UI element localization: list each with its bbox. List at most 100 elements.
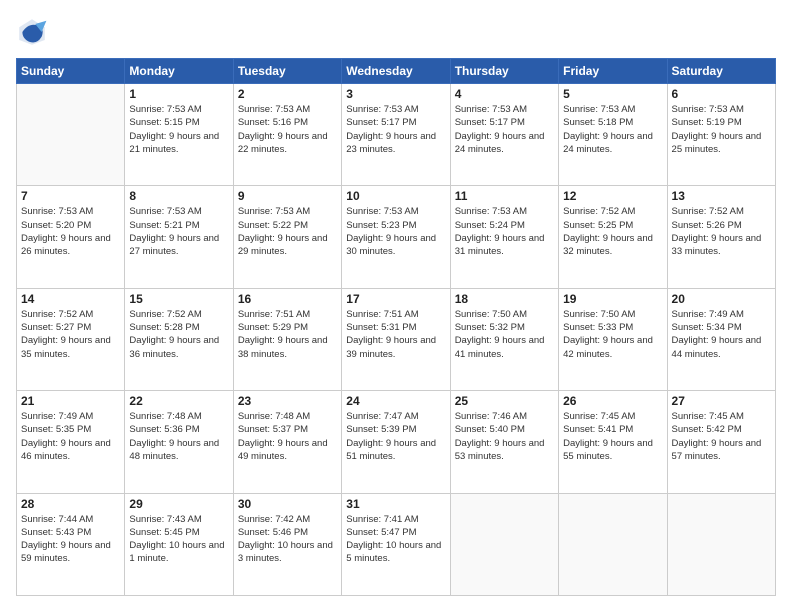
calendar-cell: 5 Sunrise: 7:53 AMSunset: 5:18 PMDaylight… — [559, 84, 667, 186]
day-number: 17 — [346, 292, 445, 306]
calendar-cell: 8Sunrise: 7:53 AMSunset: 5:21 PMDaylight… — [125, 186, 233, 288]
day-number: 28 — [21, 497, 120, 511]
day-info: Sunrise: 7:41 AMSunset: 5:47 PMDaylight:… — [346, 513, 445, 566]
week-row-4: 21 Sunrise: 7:49 AMSunset: 5:35 PMDayligh… — [17, 391, 776, 493]
day-number: 20 — [672, 292, 771, 306]
day-number: 11 — [455, 189, 554, 203]
calendar-cell: 31 Sunrise: 7:41 AMSunset: 5:47 PMDayligh… — [342, 493, 450, 595]
calendar-cell: 28 Sunrise: 7:44 AMSunset: 5:43 PMDayligh… — [17, 493, 125, 595]
day-info: Sunrise: 7:53 AMSunset: 5:15 PMDaylight:… — [129, 103, 228, 156]
day-info: Sunrise: 7:45 AMSunset: 5:42 PMDaylight:… — [672, 410, 771, 463]
day-info: Sunrise: 7:48 AMSunset: 5:37 PMDaylight:… — [238, 410, 337, 463]
day-number: 15 — [129, 292, 228, 306]
calendar-cell: 6Sunrise: 7:53 AMSunset: 5:19 PMDaylight… — [667, 84, 775, 186]
calendar-cell: 23 Sunrise: 7:48 AMSunset: 5:37 PMDayligh… — [233, 391, 341, 493]
day-info: Sunrise: 7:53 AMSunset: 5:16 PMDaylight:… — [238, 103, 337, 156]
weekday-header-saturday: Saturday — [667, 59, 775, 84]
week-row-2: 7 Sunrise: 7:53 AMSunset: 5:20 PMDaylight… — [17, 186, 776, 288]
calendar-cell: 30Sunrise: 7:42 AMSunset: 5:46 PMDayligh… — [233, 493, 341, 595]
day-info: Sunrise: 7:50 AMSunset: 5:32 PMDaylight:… — [455, 308, 554, 361]
calendar-cell: 11Sunrise: 7:53 AMSunset: 5:24 PMDayligh… — [450, 186, 558, 288]
calendar-cell: 24 Sunrise: 7:47 AMSunset: 5:39 PMDayligh… — [342, 391, 450, 493]
calendar-cell — [450, 493, 558, 595]
day-number: 24 — [346, 394, 445, 408]
day-info: Sunrise: 7:53 AMSunset: 5:21 PMDaylight:… — [129, 205, 228, 258]
calendar-cell: 9 Sunrise: 7:53 AMSunset: 5:22 PMDaylight… — [233, 186, 341, 288]
calendar-cell: 15 Sunrise: 7:52 AMSunset: 5:28 PMDayligh… — [125, 288, 233, 390]
day-info: Sunrise: 7:52 AMSunset: 5:25 PMDaylight:… — [563, 205, 662, 258]
day-number: 13 — [672, 189, 771, 203]
day-number: 18 — [455, 292, 554, 306]
day-info: Sunrise: 7:53 AMSunset: 5:18 PMDaylight:… — [563, 103, 662, 156]
day-info: Sunrise: 7:50 AMSunset: 5:33 PMDaylight:… — [563, 308, 662, 361]
calendar-cell: 10 Sunrise: 7:53 AMSunset: 5:23 PMDayligh… — [342, 186, 450, 288]
day-info: Sunrise: 7:49 AMSunset: 5:35 PMDaylight:… — [21, 410, 120, 463]
calendar-cell: 17 Sunrise: 7:51 AMSunset: 5:31 PMDayligh… — [342, 288, 450, 390]
day-number: 29 — [129, 497, 228, 511]
calendar-cell: 18 Sunrise: 7:50 AMSunset: 5:32 PMDayligh… — [450, 288, 558, 390]
weekday-header-friday: Friday — [559, 59, 667, 84]
calendar-cell: 29Sunrise: 7:43 AMSunset: 5:45 PMDayligh… — [125, 493, 233, 595]
day-number: 30 — [238, 497, 337, 511]
calendar-cell: 26 Sunrise: 7:45 AMSunset: 5:41 PMDayligh… — [559, 391, 667, 493]
day-info: Sunrise: 7:53 AMSunset: 5:22 PMDaylight:… — [238, 205, 337, 258]
day-info: Sunrise: 7:51 AMSunset: 5:29 PMDaylight:… — [238, 308, 337, 361]
page: SundayMondayTuesdayWednesdayThursdayFrid… — [0, 0, 792, 612]
day-info: Sunrise: 7:53 AMSunset: 5:23 PMDaylight:… — [346, 205, 445, 258]
weekday-header-thursday: Thursday — [450, 59, 558, 84]
day-number: 9 — [238, 189, 337, 203]
calendar-cell — [17, 84, 125, 186]
day-number: 21 — [21, 394, 120, 408]
day-number: 2 — [238, 87, 337, 101]
day-number: 14 — [21, 292, 120, 306]
week-row-1: 1 Sunrise: 7:53 AMSunset: 5:15 PMDaylight… — [17, 84, 776, 186]
day-info: Sunrise: 7:45 AMSunset: 5:41 PMDaylight:… — [563, 410, 662, 463]
weekday-header-wednesday: Wednesday — [342, 59, 450, 84]
day-number: 1 — [129, 87, 228, 101]
calendar-cell: 22 Sunrise: 7:48 AMSunset: 5:36 PMDayligh… — [125, 391, 233, 493]
day-number: 31 — [346, 497, 445, 511]
calendar-cell: 20 Sunrise: 7:49 AMSunset: 5:34 PMDayligh… — [667, 288, 775, 390]
day-number: 7 — [21, 189, 120, 203]
calendar-cell — [667, 493, 775, 595]
day-number: 25 — [455, 394, 554, 408]
calendar-cell: 7 Sunrise: 7:53 AMSunset: 5:20 PMDaylight… — [17, 186, 125, 288]
day-info: Sunrise: 7:53 AMSunset: 5:17 PMDaylight:… — [346, 103, 445, 156]
weekday-header-tuesday: Tuesday — [233, 59, 341, 84]
calendar-table: SundayMondayTuesdayWednesdayThursdayFrid… — [16, 58, 776, 596]
day-info: Sunrise: 7:44 AMSunset: 5:43 PMDaylight:… — [21, 513, 120, 566]
day-number: 12 — [563, 189, 662, 203]
calendar-cell: 27Sunrise: 7:45 AMSunset: 5:42 PMDayligh… — [667, 391, 775, 493]
day-info: Sunrise: 7:52 AMSunset: 5:27 PMDaylight:… — [21, 308, 120, 361]
calendar-cell: 21 Sunrise: 7:49 AMSunset: 5:35 PMDayligh… — [17, 391, 125, 493]
calendar-cell: 13 Sunrise: 7:52 AMSunset: 5:26 PMDayligh… — [667, 186, 775, 288]
calendar-cell: 12 Sunrise: 7:52 AMSunset: 5:25 PMDayligh… — [559, 186, 667, 288]
calendar-cell: 1 Sunrise: 7:53 AMSunset: 5:15 PMDaylight… — [125, 84, 233, 186]
logo — [16, 16, 52, 48]
day-info: Sunrise: 7:47 AMSunset: 5:39 PMDaylight:… — [346, 410, 445, 463]
logo-icon — [16, 16, 48, 48]
day-info: Sunrise: 7:48 AMSunset: 5:36 PMDaylight:… — [129, 410, 228, 463]
header — [16, 16, 776, 48]
day-number: 26 — [563, 394, 662, 408]
weekday-header-monday: Monday — [125, 59, 233, 84]
calendar-cell: 2 Sunrise: 7:53 AMSunset: 5:16 PMDaylight… — [233, 84, 341, 186]
week-row-3: 14 Sunrise: 7:52 AMSunset: 5:27 PMDayligh… — [17, 288, 776, 390]
day-info: Sunrise: 7:49 AMSunset: 5:34 PMDaylight:… — [672, 308, 771, 361]
day-number: 3 — [346, 87, 445, 101]
day-info: Sunrise: 7:52 AMSunset: 5:28 PMDaylight:… — [129, 308, 228, 361]
day-info: Sunrise: 7:51 AMSunset: 5:31 PMDaylight:… — [346, 308, 445, 361]
day-number: 6 — [672, 87, 771, 101]
day-number: 5 — [563, 87, 662, 101]
calendar-cell: 4Sunrise: 7:53 AMSunset: 5:17 PMDaylight… — [450, 84, 558, 186]
calendar-cell: 3 Sunrise: 7:53 AMSunset: 5:17 PMDaylight… — [342, 84, 450, 186]
day-number: 22 — [129, 394, 228, 408]
day-number: 16 — [238, 292, 337, 306]
day-number: 10 — [346, 189, 445, 203]
day-info: Sunrise: 7:53 AMSunset: 5:17 PMDaylight:… — [455, 103, 554, 156]
day-info: Sunrise: 7:53 AMSunset: 5:20 PMDaylight:… — [21, 205, 120, 258]
day-number: 23 — [238, 394, 337, 408]
weekday-header-row: SundayMondayTuesdayWednesdayThursdayFrid… — [17, 59, 776, 84]
calendar-cell: 14 Sunrise: 7:52 AMSunset: 5:27 PMDayligh… — [17, 288, 125, 390]
day-info: Sunrise: 7:52 AMSunset: 5:26 PMDaylight:… — [672, 205, 771, 258]
